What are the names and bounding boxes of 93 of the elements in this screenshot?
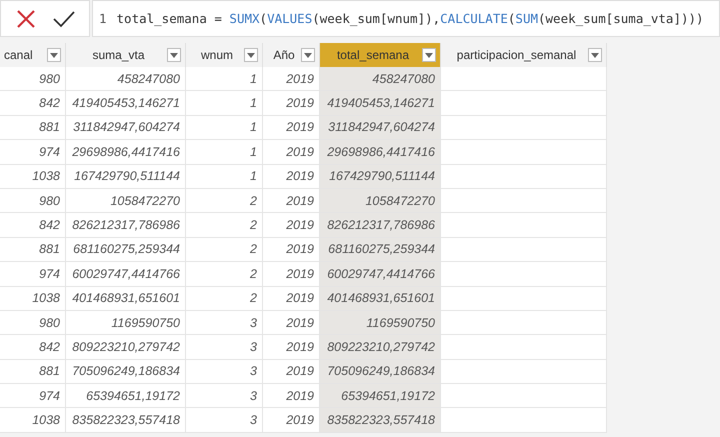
table-cell: 2019 (263, 164, 320, 189)
caret-icon (170, 52, 178, 58)
table-cell: 29698986,4417416 (66, 140, 186, 165)
table-cell: 2019 (263, 335, 320, 360)
table-cell: 705096249,186834 (320, 360, 441, 384)
table-cell: 705096249,186834 (66, 360, 186, 384)
table-cell: 826212317,786986 (320, 213, 441, 238)
table-cell: 1169590750 (66, 310, 186, 336)
table-cell: 65394651,19172 (320, 384, 441, 408)
table-cell: 401468931,651601 (66, 286, 186, 311)
filter-dropdown-button[interactable] (588, 48, 602, 62)
table-cell: 974 (0, 384, 66, 408)
table-cell: 809223210,279742 (320, 335, 441, 360)
table-cell: 65394651,19172 (66, 384, 186, 408)
table-cell: 2019 (263, 238, 320, 262)
caret-icon (425, 52, 433, 58)
table-cell: 1 (186, 91, 263, 116)
table-cell: 2019 (263, 140, 320, 165)
table-cell: 980 (0, 188, 66, 214)
table-cell: 881 (0, 238, 66, 262)
table-cell: 2019 (263, 310, 320, 336)
caret-icon (591, 52, 599, 58)
table-cell: 1038 (0, 286, 66, 311)
table-cell: 2 (186, 213, 263, 238)
table-cell: 401468931,651601 (320, 286, 441, 311)
filter-dropdown-button[interactable] (301, 48, 315, 62)
table-cell: 3 (186, 335, 263, 360)
filter-dropdown-button[interactable] (422, 48, 436, 62)
table-cell: 311842947,604274 (320, 116, 441, 140)
table-cell: 167429790,511144 (66, 164, 186, 189)
table-cell: 842 (0, 335, 66, 360)
filter-dropdown-button[interactable] (244, 48, 258, 62)
column-header[interactable]: total_semana (320, 43, 441, 67)
line-number: 1 (99, 11, 107, 26)
table-cell: 3 (186, 408, 263, 433)
table-cell: 1 (186, 67, 263, 92)
table-cell: 826212317,786986 (66, 213, 186, 238)
table-cell: 167429790,511144 (320, 164, 441, 189)
filter-dropdown-button[interactable] (167, 48, 181, 62)
table-cell: 1058472270 (66, 188, 186, 214)
table-cell: 681160275,259344 (66, 238, 186, 262)
table-cell: 809223210,279742 (66, 335, 186, 360)
table-cell: 2019 (263, 91, 320, 116)
table-cell: 419405453,146271 (320, 91, 441, 116)
table-cell: 2019 (263, 213, 320, 238)
table-cell: 2019 (263, 262, 320, 287)
table-cell: 3 (186, 360, 263, 384)
table-cell: 311842947,604274 (66, 116, 186, 140)
table-cell: 1169590750 (320, 310, 441, 336)
table-cell: 974 (0, 262, 66, 287)
table-cell: 2019 (263, 360, 320, 384)
caret-icon (304, 52, 312, 58)
table-cell: 842 (0, 91, 66, 116)
table-cell: 980 (0, 67, 66, 92)
table-cell: 1 (186, 140, 263, 165)
table-cell: 835822323,557418 (66, 408, 186, 433)
table-cell: 3 (186, 384, 263, 408)
table-cell: 1 (186, 116, 263, 140)
table-cell: 1058472270 (320, 188, 441, 214)
table-cell: 2019 (263, 408, 320, 433)
checkmark-icon (52, 10, 74, 28)
table-cell: 2019 (263, 286, 320, 311)
table-cell: 1 (186, 164, 263, 189)
table-cell: 2019 (263, 188, 320, 214)
table-cell: 881 (0, 360, 66, 384)
table-cell: 458247080 (320, 67, 441, 92)
table-cell: 60029747,4414766 (66, 262, 186, 287)
table-cell: 835822323,557418 (320, 408, 441, 433)
table-cell: 974 (0, 140, 66, 165)
table-cell: 2019 (263, 384, 320, 408)
table-cell: 881 (0, 116, 66, 140)
table-cell: 681160275,259344 (320, 238, 441, 262)
formula-field[interactable]: 1 total_semana = SUMX(VALUES(week_sum[wnum]),CALCULATE(SUM(week_sum[suma_vta]))) (92, 0, 720, 37)
table-cell: 29698986,4417416 (320, 140, 441, 165)
table-cell: 2 (186, 238, 263, 262)
caret-icon (50, 52, 58, 58)
table-cell: 60029747,4414766 (320, 262, 441, 287)
table-cell: 2 (186, 286, 263, 311)
table-cell: 2 (186, 262, 263, 287)
table-cell: 419405453,146271 (66, 91, 186, 116)
table-cell: 458247080 (66, 67, 186, 92)
formula-text: total_semana = SUMX(VALUES(week_sum[wnum]),CALCULATE(SUM(week_sum[suma_vta]))) (116, 11, 704, 26)
close-icon (16, 8, 36, 28)
caret-icon (247, 52, 255, 58)
table-cell: 842 (0, 213, 66, 238)
table-cell: 2019 (263, 67, 320, 92)
table-cell: 2019 (263, 116, 320, 140)
table-cell: 2 (186, 188, 263, 214)
table-cell: 1038 (0, 408, 66, 433)
table-cell: 3 (186, 310, 263, 336)
table-cell: 980 (0, 310, 66, 336)
filter-dropdown-button[interactable] (47, 48, 61, 62)
table-cell: 1038 (0, 164, 66, 189)
